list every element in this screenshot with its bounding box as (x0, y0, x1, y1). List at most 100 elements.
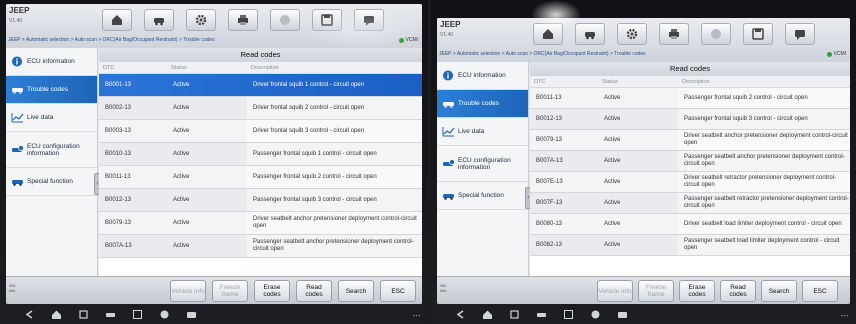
table-row[interactable]: B0011-13 Active Passenger frontal squib 2 … (530, 88, 850, 109)
esc-button[interactable]: ESC (802, 280, 838, 302)
erase-codes-button[interactable]: Erase codes (679, 280, 715, 302)
settings-button[interactable] (617, 23, 647, 45)
recent-apps-icon[interactable] (509, 309, 520, 320)
save-button[interactable] (312, 9, 342, 31)
sidebar-item-special-function[interactable]: Special function (6, 168, 97, 196)
vehicle-swap-button[interactable] (144, 9, 174, 31)
read-codes-button[interactable]: Read codes (296, 280, 332, 302)
back-icon[interactable] (455, 309, 466, 320)
table-row[interactable]: B0012-13 Active Passenger frontal squib 3 … (530, 109, 850, 130)
description-cell: Driver seatbelt anchor pretensioner depl… (247, 212, 422, 234)
camera-icon[interactable] (186, 309, 197, 320)
chat-button[interactable] (354, 9, 384, 31)
sidebar-item-trouble-codes[interactable]: Trouble codes (437, 90, 528, 118)
table-row[interactable]: B007E-13 Active Driver seatbelt retractor … (530, 172, 850, 193)
table-row[interactable]: B007A-13 Active Passenger seatbelt anchor … (99, 235, 422, 258)
home-button[interactable] (533, 23, 563, 45)
app-version: V1.40 (9, 18, 23, 24)
vehicle-info-button[interactable]: Vehicle info (597, 280, 633, 302)
browser-icon[interactable] (159, 309, 170, 320)
save-button[interactable] (743, 23, 773, 45)
sidebar-item-special-function[interactable]: Special function (437, 182, 528, 210)
vehicle-swap-button[interactable] (575, 23, 605, 45)
info-icon (442, 70, 455, 81)
recent-apps-icon[interactable] (78, 309, 89, 320)
line-chart-icon (442, 126, 455, 137)
table-row[interactable]: B0079-13 Active Driver seatbelt anchor pre… (530, 130, 850, 151)
sidebar-item-label: ECU information (27, 58, 75, 65)
sidebar-item-ecu-configuration[interactable]: ECU configuration information (437, 146, 528, 182)
sidebar-item-ecu-configuration[interactable]: ECU configuration information (6, 132, 97, 168)
table-row[interactable]: B0003-13 Active Driver frontal squib 3 con… (99, 120, 422, 143)
table-row[interactable]: B0012-13 Active Passenger frontal squib 3 … (99, 189, 422, 212)
screenshot-icon[interactable] (132, 309, 143, 320)
settings-button[interactable] (186, 9, 216, 31)
table-row[interactable]: B0080-13 Active Driver seatbelt load limit… (530, 214, 850, 235)
car-warning-icon (11, 84, 24, 95)
col-description: Description (251, 65, 279, 71)
sidebar-item-live-data[interactable]: Live data (6, 104, 97, 132)
search-button[interactable]: Search (338, 280, 374, 302)
dtc-cell: B0079-13 (536, 136, 563, 143)
home-nav-icon[interactable] (482, 309, 493, 320)
freeze-frame-button[interactable]: Freeze frame (638, 280, 674, 302)
table-row[interactable]: B0010-13 Active Passenger frontal squib 1 … (99, 143, 422, 166)
description-cell: Passenger frontal squib 2 control - circ… (678, 88, 850, 108)
sidebar-item-trouble-codes[interactable]: Trouble codes (6, 76, 97, 104)
dtc-cell: B0002-13 (105, 104, 132, 111)
car-nav-icon[interactable] (536, 309, 547, 320)
search-button[interactable]: Search (761, 280, 797, 302)
back-icon[interactable] (24, 309, 35, 320)
dtc-cell: B007E-13 (536, 178, 563, 185)
table-row[interactable]: B007F-13 Active Passenger seatbelt retract… (530, 193, 850, 214)
help-button[interactable] (701, 23, 731, 45)
read-codes-button[interactable]: Read codes (720, 280, 756, 302)
car-gear-icon (11, 144, 24, 155)
sidebar-item-label: ECU configuration information (458, 156, 511, 171)
erase-codes-button[interactable]: Erase codes (254, 280, 290, 302)
sidebar-item-ecu-information[interactable]: ECU information (6, 48, 97, 76)
print-button[interactable] (228, 9, 258, 31)
help-icon (280, 15, 290, 25)
sidebar-item-label: ECU configuration information (27, 142, 80, 157)
sidebar-item-live-data[interactable]: Live data (437, 118, 528, 146)
vehicle-info-button[interactable]: Vehicle info (170, 280, 206, 302)
sidebar: ECU information Trouble codes Live data … (437, 62, 532, 276)
sidebar-item-label: Trouble codes (458, 100, 499, 107)
chat-icon (795, 30, 805, 40)
description-cell: Passenger frontal squib 1 control - circ… (247, 143, 422, 165)
save-icon (321, 14, 333, 26)
chat-button[interactable] (785, 23, 815, 45)
app-screen: JEEP V1.40 JEEP > Automatic selection > A… (6, 4, 422, 304)
status-cell: Active (604, 199, 621, 206)
table-row[interactable]: B0082-13 Active Passenger seatbelt load li… (530, 235, 850, 256)
table-row[interactable]: B0079-13 Active Driver seatbelt anchor pre… (99, 212, 422, 235)
print-button[interactable] (659, 23, 689, 45)
table-row[interactable]: B0001-13 Active Driver frontal squib 1 con… (99, 74, 422, 97)
dtc-cell: B0082-13 (536, 241, 563, 248)
print-icon (669, 29, 679, 39)
car-nav-icon[interactable] (105, 309, 116, 320)
vci-status: VCMI (826, 51, 846, 57)
settings-icon (626, 28, 638, 40)
chat-icon (364, 16, 374, 26)
home-nav-icon[interactable] (51, 309, 62, 320)
table-row[interactable]: B007A-13 Active Passenger seatbelt anchor … (530, 151, 850, 172)
browser-icon[interactable] (590, 309, 601, 320)
help-button[interactable] (270, 9, 300, 31)
top-toolbar: JEEP V1.40 JEEP > Automatic selection > A… (437, 18, 850, 62)
sidebar-item-ecu-information[interactable]: ECU information (437, 62, 528, 90)
camera-icon[interactable] (617, 309, 628, 320)
table-row[interactable]: B0011-13 Active Passenger frontal squib 2 … (99, 166, 422, 189)
freeze-frame-button[interactable]: Freeze frame (212, 280, 248, 302)
esc-button[interactable]: ESC (380, 280, 416, 302)
dtc-cell: B007A-13 (536, 157, 563, 164)
status-cell: Active (173, 219, 190, 226)
status-bar-clock: ▪ ▪ ▪ (412, 313, 420, 318)
screenshot-icon[interactable] (563, 309, 574, 320)
home-button[interactable] (102, 9, 132, 31)
car-warning-icon (442, 98, 455, 109)
dtc-cell: B0001-13 (105, 81, 132, 88)
settings-icon (195, 14, 207, 26)
table-row[interactable]: B0002-13 Active Driver frontal squib 2 con… (99, 97, 422, 120)
